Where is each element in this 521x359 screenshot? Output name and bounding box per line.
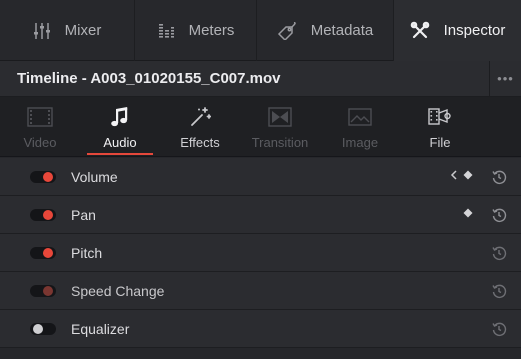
meters-icon xyxy=(157,22,175,40)
pitch-enable-toggle[interactable] xyxy=(30,246,56,259)
tab-mixer-label: Mixer xyxy=(64,22,102,39)
reset-icon[interactable] xyxy=(491,207,507,223)
speed-change-label: Speed Change xyxy=(71,282,165,299)
equalizer-label: Equalizer xyxy=(71,320,130,337)
audio-parameter-list: Volume Pan Pitch Speed Change Equalizer xyxy=(0,158,521,348)
pan-enable-toggle[interactable] xyxy=(30,208,56,221)
tab-meters-label: Meters xyxy=(188,22,235,39)
previous-keyframe-icon[interactable] xyxy=(450,170,458,183)
mixer-icon xyxy=(33,22,51,40)
inspector-icon xyxy=(410,21,430,41)
reset-icon[interactable] xyxy=(491,169,507,185)
equalizer-enable-toggle[interactable] xyxy=(30,322,56,335)
active-tab-underline xyxy=(87,153,153,155)
inspector-title-bar: Timeline - A003_01020155_C007.mov ••• xyxy=(0,60,521,97)
volume-enable-toggle[interactable] xyxy=(30,170,56,183)
subtab-video[interactable]: Video xyxy=(0,97,80,157)
reset-icon[interactable] xyxy=(491,321,507,337)
keyframe-control xyxy=(463,208,473,221)
subtab-file[interactable]: File xyxy=(400,97,480,157)
parameter-row-pan[interactable]: Pan xyxy=(0,196,521,234)
parameter-row-equalizer[interactable]: Equalizer xyxy=(0,310,521,348)
parameter-row-speed-change[interactable]: Speed Change xyxy=(0,272,521,310)
volume-label: Volume xyxy=(71,168,118,185)
tab-metadata-label: Metadata xyxy=(310,22,374,39)
magic-wand-icon xyxy=(189,106,211,128)
subtab-file-label: File xyxy=(429,135,451,150)
music-note-icon xyxy=(111,106,129,128)
more-options-button[interactable]: ••• xyxy=(489,60,521,97)
keyframe-diamond-icon[interactable] xyxy=(463,170,473,183)
subtab-audio-label: Audio xyxy=(103,135,137,150)
page-title: Timeline - A003_01020155_C007.mov xyxy=(17,70,281,87)
parameter-row-pitch[interactable]: Pitch xyxy=(0,234,521,272)
subtab-image[interactable]: Image xyxy=(320,97,400,157)
pitch-label: Pitch xyxy=(71,244,103,261)
subtab-audio[interactable]: Audio xyxy=(80,97,160,157)
subtab-transition-label: Transition xyxy=(251,135,309,150)
metadata-icon xyxy=(277,21,297,40)
video-icon xyxy=(27,106,53,128)
transition-icon xyxy=(268,106,292,128)
subtab-effects[interactable]: Effects xyxy=(160,97,240,157)
speed-change-enable-toggle[interactable] xyxy=(30,284,56,297)
tab-inspector[interactable]: Inspector xyxy=(394,0,521,61)
tab-mixer[interactable]: Mixer xyxy=(0,0,135,61)
inspector-subtab-bar: Video Audio Effects Transition Image Fil… xyxy=(0,97,521,157)
reset-icon[interactable] xyxy=(491,245,507,261)
reset-icon[interactable] xyxy=(491,283,507,299)
subtab-image-label: Image xyxy=(341,135,379,150)
panel-tab-bar: Mixer Meters Metadata Inspector xyxy=(0,0,521,61)
tab-metadata[interactable]: Metadata xyxy=(257,0,394,61)
subtab-effects-label: Effects xyxy=(180,135,220,150)
tab-meters[interactable]: Meters xyxy=(135,0,257,61)
subtab-transition[interactable]: Transition xyxy=(240,97,320,157)
pan-label: Pan xyxy=(71,206,96,223)
subtab-video-label: Video xyxy=(23,135,57,150)
tab-inspector-label: Inspector xyxy=(443,22,506,39)
image-icon xyxy=(348,106,372,128)
keyframe-diamond-icon[interactable] xyxy=(463,208,473,221)
keyframe-navigation xyxy=(450,170,473,183)
file-icon xyxy=(428,106,452,128)
parameter-row-volume[interactable]: Volume xyxy=(0,158,521,196)
